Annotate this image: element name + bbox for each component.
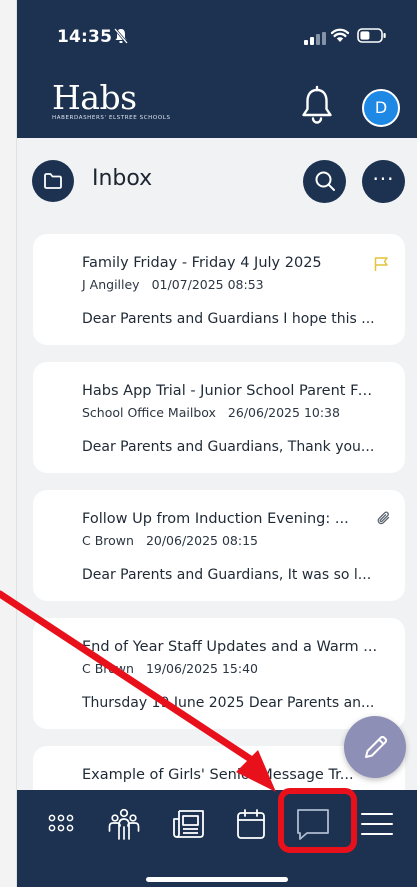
message-list: Family Friday - Friday 4 July 2025 J Ang…	[33, 234, 405, 790]
message-sender: C Brown	[82, 533, 134, 548]
message-item[interactable]: Habs App Trial - Junior School Parent Fe…	[33, 362, 405, 473]
nav-apps[interactable]	[39, 802, 83, 846]
wifi-icon	[330, 27, 350, 47]
message-sender: J Angilley	[82, 277, 140, 292]
message-meta: C Brown 20/06/2025 08:15	[82, 533, 258, 548]
nav-menu[interactable]	[355, 802, 399, 846]
message-meta: C Brown 19/06/2025 15:40	[82, 661, 258, 676]
cellular-signal-icon	[304, 31, 326, 50]
battery-icon	[357, 28, 387, 48]
message-subject: Family Friday - Friday 4 July 2025	[82, 255, 322, 271]
flag-icon[interactable]	[373, 256, 389, 276]
status-time: 14:35	[57, 27, 113, 47]
hamburger-menu-icon	[361, 813, 393, 835]
nav-calendar[interactable]	[229, 802, 273, 846]
logo-text: Habs	[52, 78, 137, 117]
folder-icon	[44, 173, 62, 189]
nav-people[interactable]	[102, 802, 146, 846]
message-date: 19/06/2025 15:40	[145, 661, 258, 676]
bell-slash-icon	[113, 27, 129, 49]
status-bar: 14:35	[17, 0, 417, 72]
message-item[interactable]: Family Friday - Friday 4 July 2025 J Ang…	[33, 234, 405, 345]
habs-logo[interactable]: Habs HABERDASHERS' ELSTREE SCHOOLS	[52, 78, 171, 122]
home-indicator	[146, 877, 288, 882]
message-preview: Dear Parents and Guardians, It was so l.…	[82, 567, 372, 583]
message-meta: School Office Mailbox 26/06/2025 10:38	[82, 405, 340, 420]
message-preview: Dear Parents and Guardians, Thank you...	[82, 439, 375, 455]
more-options-button[interactable]: ···	[362, 160, 405, 203]
message-subject: Habs App Trial - Junior School Parent Fe…	[82, 383, 378, 399]
folder-button[interactable]	[32, 160, 74, 202]
message-date: 20/06/2025 08:15	[145, 533, 258, 548]
calendar-icon	[237, 809, 265, 839]
inbox-panel: Inbox ··· Family Friday - Friday 4 July …	[17, 138, 417, 790]
page-title: Inbox	[92, 166, 153, 191]
message-preview: Dear Parents and Guardians I hope this .…	[82, 311, 375, 327]
bell-icon[interactable]	[298, 85, 336, 129]
nav-news[interactable]	[167, 802, 211, 846]
search-button[interactable]	[303, 160, 346, 203]
app-header: Habs HABERDASHERS' ELSTREE SCHOOLS D	[17, 72, 417, 138]
bottom-navigation	[17, 790, 417, 887]
message-preview: Thursday 19 June 2025 Dear Parents an...	[82, 695, 375, 711]
message-item[interactable]: End of Year Staff Updates and a Warm ...…	[33, 618, 405, 729]
paperclip-icon	[376, 510, 392, 532]
avatar[interactable]: D	[362, 89, 400, 127]
message-date: 26/06/2025 10:38	[227, 405, 340, 420]
message-sender: School Office Mailbox	[82, 405, 216, 420]
message-date: 01/07/2025 08:53	[151, 277, 264, 292]
compose-button[interactable]	[344, 716, 406, 778]
inbox-toolbar: Inbox ···	[17, 138, 417, 224]
search-icon	[315, 171, 335, 191]
grid-icon	[48, 814, 74, 832]
pencil-icon	[365, 735, 388, 758]
screenshot-frame: 14:35 Habs HABERDASHERS' ELSTREE SCHOOLS…	[0, 0, 417, 887]
message-meta: J Angilley 01/07/2025 08:53	[82, 277, 264, 292]
message-sender: C Brown	[82, 661, 134, 676]
phone-screen: 14:35 Habs HABERDASHERS' ELSTREE SCHOOLS…	[17, 0, 417, 887]
newspaper-icon	[173, 810, 204, 838]
red-highlight-box	[278, 788, 357, 853]
logo-subtext: HABERDASHERS' ELSTREE SCHOOLS	[52, 115, 171, 121]
message-subject: End of Year Staff Updates and a Warm ...	[82, 639, 378, 655]
window-edge	[0, 0, 17, 887]
people-icon	[108, 808, 140, 840]
message-subject: Example of Girls' Senior Message Tr...	[82, 767, 354, 783]
message-subject: Follow Up from Induction Evening: ...	[82, 511, 349, 527]
message-item[interactable]: Follow Up from Induction Evening: ... C …	[33, 490, 405, 601]
